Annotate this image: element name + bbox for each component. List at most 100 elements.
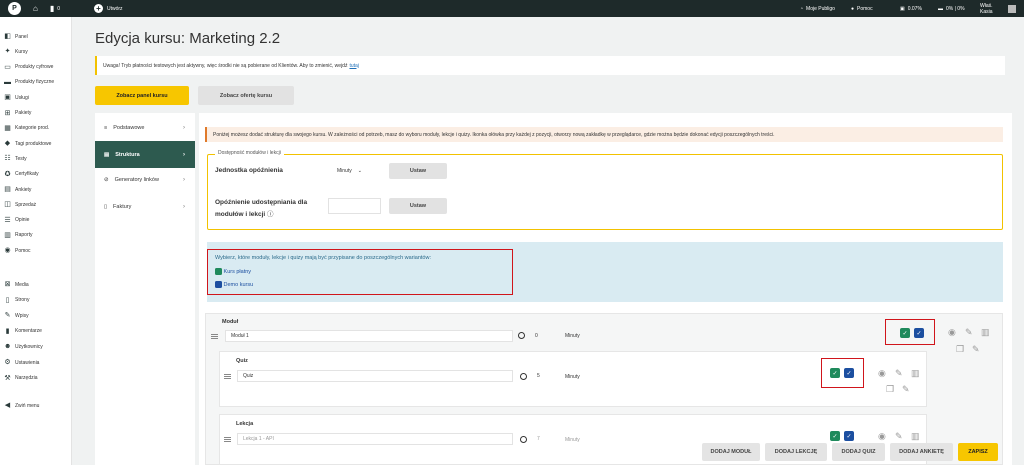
- trash-icon[interactable]: ▥: [911, 431, 920, 442]
- sidebar-item-reviews[interactable]: ☰ Opinie: [4, 217, 29, 224]
- sidebar-item-sales[interactable]: ◫ Sprzedaż: [4, 201, 36, 208]
- help-circle-icon[interactable]: ⓘ: [267, 211, 274, 218]
- nav-invoices-label: Faktury: [113, 203, 132, 210]
- chat-icon: ●: [851, 5, 855, 12]
- sidebar-item-categories[interactable]: ▦ Kategorie prod.: [4, 125, 49, 132]
- lesson-demo-check-icon[interactable]: ✓: [844, 431, 854, 441]
- lesson-delay-input[interactable]: 7: [532, 433, 556, 445]
- nav-structure-label: Struktura: [115, 151, 140, 158]
- set-delay-unit-button[interactable]: Ustaw: [389, 163, 447, 179]
- duplicate-icon[interactable]: ❐: [886, 384, 894, 395]
- variant-demo[interactable]: Demo kursu: [215, 281, 253, 288]
- nav-invoices[interactable]: ▯ Faktury ›: [95, 193, 195, 220]
- sidebar-item-services[interactable]: ▣ Usługi: [4, 94, 29, 101]
- module-delay-input[interactable]: 0: [530, 330, 554, 342]
- page-title: Edycja kursu: Marketing 2.2: [95, 30, 281, 47]
- nav-basic-label: Podstawowe: [113, 124, 145, 131]
- transfer-indicator: ▬ 0% | 0%: [930, 0, 973, 17]
- module-name-input[interactable]: Moduł 1: [225, 330, 513, 342]
- help-link[interactable]: ● Pomoc: [843, 0, 881, 17]
- clock-icon: [518, 332, 525, 339]
- add-lesson-button[interactable]: DODAJ LEKCJĘ: [765, 443, 827, 461]
- set-delay-button[interactable]: Ustaw: [389, 198, 447, 214]
- moje-publigo-link[interactable]: ◔ Moje Publigo: [792, 0, 843, 17]
- sidebar-item-bundles[interactable]: ⊞ Pakiety: [4, 110, 32, 117]
- nav-structure[interactable]: ▤ Struktura ›: [95, 141, 195, 168]
- collapse-menu-button[interactable]: ◀ Zwiń menu: [4, 402, 40, 409]
- availability-fieldset: [207, 154, 1003, 230]
- delay-input[interactable]: [328, 198, 381, 214]
- sidebar-item-certificates[interactable]: ✪ Certyfikaty: [4, 171, 39, 178]
- nav-basic[interactable]: ≡ Podstawowe ›: [95, 114, 195, 141]
- edit-icon[interactable]: ✎: [965, 327, 973, 338]
- sidebar-item-label: Kategorie prod.: [15, 125, 50, 132]
- sidebar-item-courses[interactable]: ✦ Kursy: [4, 48, 28, 55]
- clock-icon: [520, 436, 527, 443]
- sidebar-item-label: Kursy: [15, 48, 28, 55]
- quiz-demo-check-icon[interactable]: ✓: [844, 368, 854, 378]
- sidebar-item-comments[interactable]: ▮ Komentarze: [4, 328, 42, 335]
- sidebar-item-label: Testy: [15, 155, 27, 162]
- duplicate-icon[interactable]: ❐: [956, 344, 964, 355]
- quiz-paid-check-icon[interactable]: ✓: [830, 368, 840, 378]
- home-icon[interactable]: ⌂: [33, 4, 38, 13]
- test-mode-warning: Uwaga! Tryb płatności testowych jest akt…: [95, 56, 1005, 75]
- lesson-paid-check-icon[interactable]: ✓: [830, 431, 840, 441]
- sales-icon: ◫: [4, 201, 11, 209]
- sidebar-item-tools[interactable]: ⚒ Narzędzia: [4, 375, 37, 382]
- edit-icon[interactable]: ✎: [895, 431, 903, 442]
- module-paid-check-icon[interactable]: ✓: [900, 328, 910, 338]
- sidebar-item-tags[interactable]: ◆ Tagi produktowe: [4, 140, 52, 147]
- lesson-delay-unit: Minuty: [565, 437, 580, 443]
- drag-handle-icon[interactable]: [224, 437, 231, 442]
- drag-handle-icon[interactable]: [211, 334, 218, 339]
- quiz-delay-input[interactable]: 5: [532, 370, 556, 382]
- view-course-panel-button[interactable]: Zobacz panel kursu: [95, 86, 189, 105]
- course-edit-nav: ≡ Podstawowe › ▤ Struktura › ⊘ Generatory lin…: [95, 113, 195, 465]
- sidebar-item-media[interactable]: ⊠ Media: [4, 281, 29, 288]
- edit-icon[interactable]: ✎: [895, 368, 903, 379]
- quiz-name-input[interactable]: Quiz: [237, 370, 513, 382]
- add-quiz-button[interactable]: DODAJ QUIZ: [832, 443, 885, 461]
- sidebar-item-tests[interactable]: ☷ Testy: [4, 155, 27, 162]
- drag-handle-icon[interactable]: [224, 374, 231, 379]
- sidebar-item-help[interactable]: ◉ Pomoc: [4, 247, 30, 254]
- eye-icon[interactable]: ◉: [878, 431, 886, 442]
- sidebar-item-physical-products[interactable]: ▬ Produkty fizyczne: [4, 79, 54, 86]
- comment-icon: ▮: [49, 4, 55, 13]
- trash-icon[interactable]: ▥: [981, 327, 990, 338]
- paid-variant-swatch: [215, 268, 222, 275]
- create-button[interactable]: + Utwórz: [94, 0, 123, 17]
- transfer-icon: ▬: [938, 5, 943, 12]
- invoice-icon: ▯: [104, 203, 108, 210]
- sidebar-item-reports[interactable]: ▥ Raporty: [4, 232, 32, 239]
- users-icon: ☻: [4, 343, 12, 351]
- save-button[interactable]: ZAPISZ: [958, 443, 998, 461]
- trash-icon[interactable]: ▥: [911, 368, 920, 379]
- sidebar-item-dashboard[interactable]: ◧ Panel: [4, 33, 28, 40]
- sidebar-item-posts[interactable]: ✎ Wpisy: [4, 312, 29, 319]
- reviews-icon: ☰: [4, 216, 11, 224]
- user-menu[interactable]: Właś. Kasia: [972, 0, 1024, 17]
- module-demo-check-icon[interactable]: ✓: [914, 328, 924, 338]
- sidebar-item-users[interactable]: ☻ Użytkownicy: [4, 343, 43, 350]
- collapse-icon: ◀: [4, 402, 11, 409]
- edit-content-icon[interactable]: ✎: [972, 344, 980, 355]
- add-survey-button[interactable]: DODAJ ANKIETĘ: [890, 443, 953, 461]
- delay-unit-select[interactable]: Minuty ⌄: [329, 164, 377, 177]
- publigo-logo[interactable]: P: [8, 2, 21, 15]
- nav-link-generators[interactable]: ⊘ Generatory linków ›: [95, 166, 195, 193]
- eye-icon[interactable]: ◉: [948, 327, 956, 338]
- add-module-button[interactable]: DODAJ MODUŁ: [702, 443, 760, 461]
- eye-icon[interactable]: ◉: [878, 368, 886, 379]
- view-course-offer-button[interactable]: Zobacz ofertę kursu: [198, 86, 294, 105]
- comments-counter[interactable]: ▮ 0: [50, 4, 60, 13]
- sidebar-item-settings[interactable]: ⚙ Ustawienia: [4, 359, 39, 366]
- variant-paid[interactable]: Kurs płatny: [215, 268, 251, 275]
- sidebar-item-pages[interactable]: ▯ Strony: [4, 297, 30, 304]
- lesson-name-input[interactable]: Lekcja 1 - API: [237, 433, 513, 445]
- warning-link[interactable]: tutaj: [349, 63, 358, 69]
- sidebar-item-digital-products[interactable]: ▭ Produkty cyfrowe: [4, 64, 53, 71]
- sidebar-item-surveys[interactable]: ▤ Ankiety: [4, 186, 31, 193]
- edit-content-icon[interactable]: ✎: [902, 384, 910, 395]
